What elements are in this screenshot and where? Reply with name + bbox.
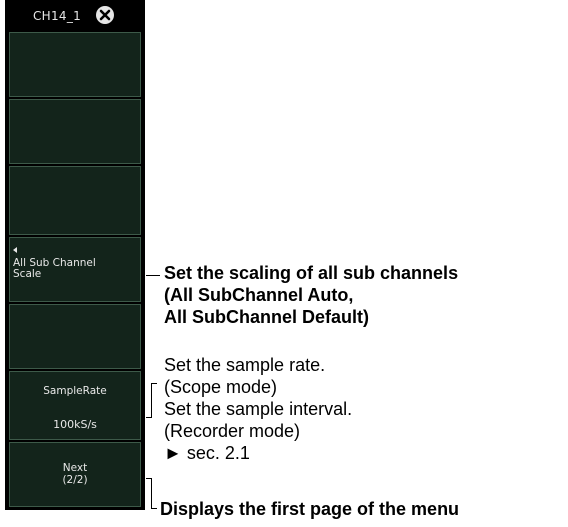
callout-bracket-next-bottom xyxy=(151,508,157,509)
next-label-line1: Next xyxy=(62,462,88,474)
softkey-label-line2: Scale xyxy=(13,268,42,280)
annotation-sample-line1: Set the sample rate. xyxy=(164,355,326,375)
annotation-sample-line2: (Scope mode) xyxy=(164,377,278,397)
annotation-scale-line1: Set the scaling of all sub channels xyxy=(164,263,459,283)
callout-bracket-sample-top xyxy=(151,383,157,384)
menu-title-bar: CH14_1 xyxy=(5,0,145,30)
sample-rate-value: 100kS/s xyxy=(53,418,97,431)
callout-bracket-sample-bottom xyxy=(146,417,152,418)
menu-title: CH14_1 xyxy=(33,9,82,23)
callout-bracket-next xyxy=(151,478,152,509)
all-sub-channel-scale-softkey[interactable]: All Sub Channel Scale xyxy=(9,237,141,302)
callout-bracket-sample xyxy=(151,383,152,417)
arrow-left-icon xyxy=(13,247,17,253)
annotation-sample-line5: ► sec. 2.1 xyxy=(164,443,250,463)
annotation-scale-line2: (All SubChannel Auto, xyxy=(164,285,354,305)
annotation-sample-line3: Set the sample interval. xyxy=(164,399,353,419)
sample-rate-label: SampleRate xyxy=(43,385,107,397)
sample-rate-softkey[interactable]: SampleRate 100kS/s xyxy=(9,371,141,440)
softkey-menu-panel: CH14_1 All Sub Channel Scale SampleRate … xyxy=(5,0,145,510)
annotation-sample-line4: (Recorder mode) xyxy=(164,421,301,441)
softkey-empty-3 xyxy=(9,166,141,235)
next-page-softkey[interactable]: Next (2/2) xyxy=(9,442,141,507)
close-icon[interactable] xyxy=(95,5,115,25)
next-label-line2: (2/2) xyxy=(62,474,88,486)
softkey-empty-4 xyxy=(9,304,141,369)
softkey-empty-1 xyxy=(9,32,141,97)
annotation-scale-line3: All SubChannel Default) xyxy=(164,307,370,327)
callout-line-scale xyxy=(146,275,160,276)
annotation-next-line1: Displays the first page of the menu xyxy=(160,499,460,519)
softkey-empty-2 xyxy=(9,99,141,164)
